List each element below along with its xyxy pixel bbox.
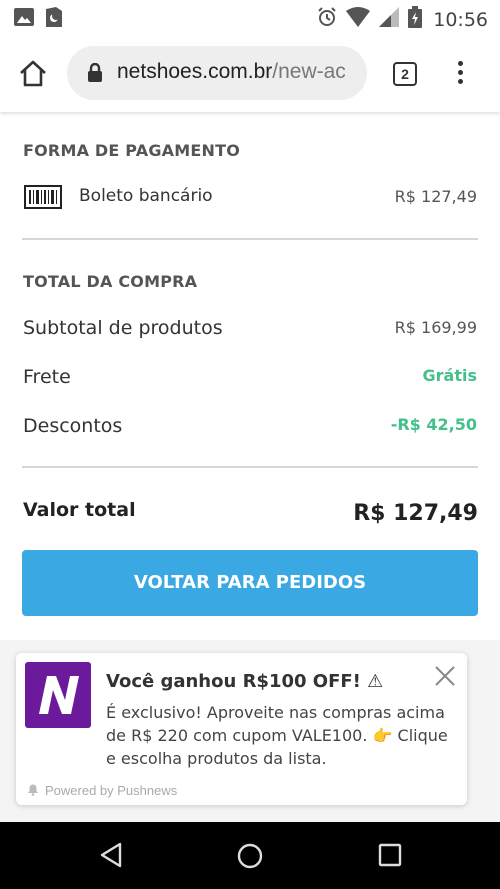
back-to-orders-button[interactable]: VOLTAR PARA PEDIDOS — [22, 550, 478, 616]
powered-by-text: Powered by Pushnews — [45, 783, 178, 798]
discount-label: Descontos — [23, 415, 123, 437]
subtotal-label: Subtotal de produtos — [23, 317, 223, 339]
sim-moon-icon — [46, 7, 62, 32]
total-value: R$ 127,49 — [353, 501, 478, 526]
close-icon[interactable] — [434, 665, 456, 687]
payment-section-title: FORMA DE PAGAMENTO — [23, 141, 241, 160]
lock-icon — [87, 62, 103, 88]
barcode-icon — [24, 185, 62, 209]
divider — [22, 466, 478, 468]
tab-switcher-button[interactable]: 2 — [393, 62, 417, 86]
subtotal-value: R$ 169,99 — [394, 318, 477, 337]
back-icon[interactable] — [99, 842, 123, 873]
home-icon[interactable] — [18, 58, 48, 88]
recent-apps-icon[interactable] — [378, 843, 402, 872]
push-notification-card[interactable]: Você ganhou R$100 OFF! ⚠ É exclusivo! Ap… — [16, 653, 467, 805]
image-icon — [14, 8, 34, 31]
home-circle-icon[interactable] — [237, 843, 263, 874]
status-bar: 10:56 — [0, 0, 500, 34]
bell-icon — [26, 782, 40, 799]
alarm-icon — [317, 7, 337, 32]
address-bar[interactable]: netshoes.com.br/new-ac — [67, 46, 367, 100]
divider — [22, 238, 478, 240]
shipping-label: Frete — [23, 366, 71, 388]
battery-icon — [408, 6, 423, 33]
totals-section-title: TOTAL DA COMPRA — [23, 272, 198, 291]
url-text: netshoes.com.br/new-ac — [117, 60, 346, 84]
payment-method-value: R$ 127,49 — [394, 187, 477, 206]
discount-value: -R$ 42,50 — [390, 415, 477, 434]
wifi-icon — [346, 7, 371, 32]
browser-toolbar: netshoes.com.br/new-ac 2 — [0, 34, 500, 112]
total-label: Valor total — [23, 499, 136, 521]
url-domain: netshoes.com.br — [117, 60, 273, 83]
notification-title: Você ganhou R$100 OFF! ⚠ — [106, 671, 384, 692]
signal-icon — [379, 7, 400, 32]
more-options-icon[interactable] — [452, 58, 468, 88]
payment-method-label: Boleto bancário — [79, 186, 213, 206]
url-path: /new-ac — [272, 60, 346, 83]
notification-body: É exclusivo! Aproveite nas compras acima… — [106, 703, 448, 768]
system-nav-bar — [0, 822, 500, 889]
nubank-logo-icon — [25, 662, 91, 728]
notification-footer: Powered by Pushnews — [26, 782, 177, 799]
shipping-value: Grátis — [422, 366, 477, 385]
clock-time: 10:56 — [433, 8, 488, 31]
